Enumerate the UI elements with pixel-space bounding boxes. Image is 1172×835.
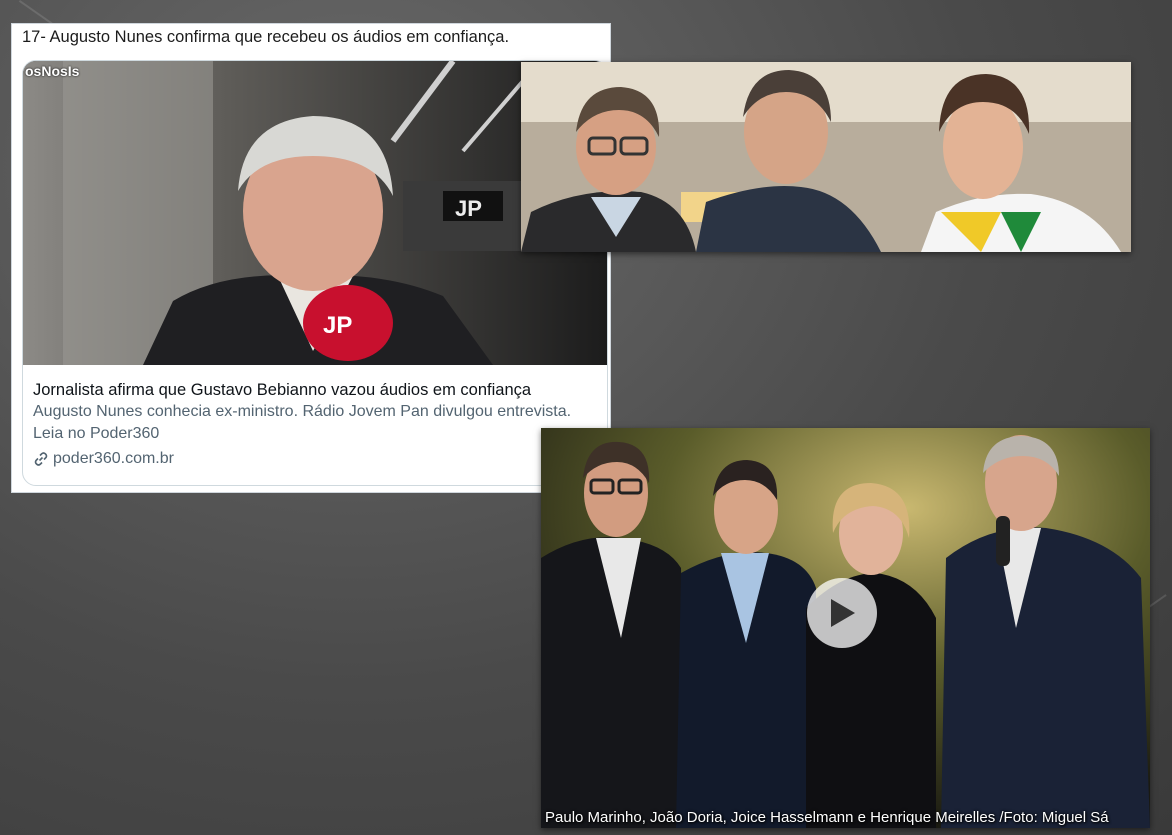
photo-four-people[interactable]: Paulo Marinho, João Doria, Joice Hasselm… bbox=[541, 428, 1150, 828]
play-button[interactable] bbox=[807, 578, 877, 648]
link-icon bbox=[34, 452, 48, 466]
tweet-text: 17- Augusto Nunes confirma que recebeu o… bbox=[22, 28, 510, 46]
card-domain-row[interactable]: poder360.com.br bbox=[33, 447, 597, 471]
card-title[interactable]: Jornalista afirma que Gustavo Bebianno v… bbox=[33, 379, 597, 401]
svg-text:JP: JP bbox=[455, 196, 482, 221]
card-image[interactable]: JP JP osNosIs bbox=[23, 61, 607, 365]
play-icon bbox=[831, 599, 855, 627]
group-photo bbox=[521, 62, 1131, 252]
photo-three-men bbox=[521, 62, 1131, 252]
card-watermark: osNosIs bbox=[25, 63, 80, 79]
interview-photo: JP JP bbox=[23, 61, 607, 365]
card-meta: Jornalista afirma que Gustavo Bebianno v… bbox=[33, 379, 597, 471]
card-domain: poder360.com.br bbox=[53, 450, 174, 467]
photo-caption: Paulo Marinho, João Doria, Joice Hasselm… bbox=[545, 809, 1109, 826]
card-description: Augusto Nunes conhecia ex-ministro. Rádi… bbox=[33, 403, 572, 442]
svg-text:JP: JP bbox=[323, 312, 352, 339]
